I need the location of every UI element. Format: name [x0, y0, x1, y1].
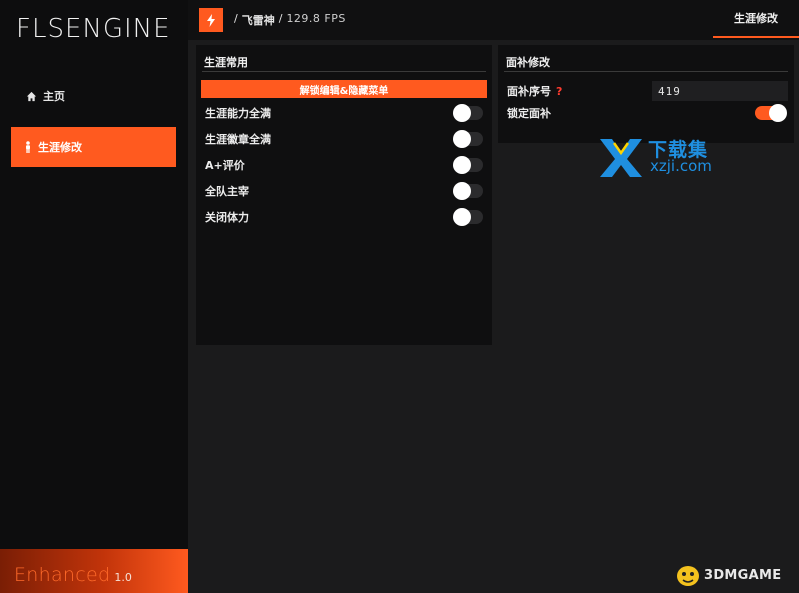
mascot-icon [677, 566, 699, 586]
face-index-input[interactable] [652, 81, 788, 101]
xzji-url: xzji.com [650, 157, 712, 175]
face-index-row: 面补序号 ? [507, 81, 788, 101]
brand-name: Enhanced [14, 564, 111, 586]
bolt-button[interactable] [199, 8, 223, 32]
sidebar-item-label: 生涯修改 [38, 141, 82, 154]
breadcrumb-separator: / [278, 12, 283, 25]
app-logo: FLSENGINE [16, 14, 171, 44]
fps-readout: 129.8 FPS [286, 12, 346, 25]
version-label: 1.0 [114, 571, 132, 584]
breadcrumb: / 飞雷神 / 129.8 FPS [234, 12, 346, 28]
toggle-knob [453, 182, 471, 200]
toggle-label: 生涯徽章全满 [205, 133, 271, 146]
panel-title: 面补修改 [506, 56, 550, 69]
toggle-knob [769, 104, 787, 122]
face-edit-panel: 面补修改 面补序号 ? 锁定面补 [498, 45, 794, 143]
unlock-edit-hide-menu-button[interactable]: 解锁编辑&隐藏菜单 [201, 80, 487, 98]
lock-face-toggle[interactable] [755, 104, 787, 122]
3dm-text: 3DMGAME [704, 567, 782, 583]
toggle-row: 生涯能力全满 [205, 104, 483, 122]
home-icon [26, 91, 37, 101]
toggle-row: 关闭体力 [205, 208, 483, 226]
sidebar-item-career-edit[interactable]: 生涯修改 [11, 127, 176, 167]
divider [202, 71, 486, 72]
3dm-watermark: 3DMGAME [674, 562, 799, 588]
a-plus-rating-toggle[interactable] [453, 156, 483, 174]
toggle-knob [453, 156, 471, 174]
sidebar-item-label: 主页 [43, 90, 65, 103]
brand-footer: Enhanced 1.0 [0, 549, 188, 593]
toggle-row: A+评价 [205, 156, 483, 174]
breadcrumb-separator: / [234, 12, 238, 25]
toggle-label: 全队主宰 [205, 185, 249, 198]
career-ability-max-toggle[interactable] [453, 104, 483, 122]
panel-title: 生涯常用 [204, 56, 248, 69]
xzji-watermark: 下载集 xzji.com [596, 135, 736, 179]
toggle-row: 锁定面补 [507, 104, 787, 122]
bolt-icon [207, 13, 215, 27]
toggle-label: 生涯能力全满 [205, 107, 271, 120]
tab-career-edit[interactable]: 生涯修改 [713, 0, 799, 38]
sidebar: FLSENGINE 主页 生涯修改 Enhanced 1.0 [0, 0, 188, 593]
career-badge-max-toggle[interactable] [453, 130, 483, 148]
toggle-label: 关闭体力 [205, 211, 249, 224]
toggle-knob [453, 104, 471, 122]
toggle-knob [453, 208, 471, 226]
career-common-panel: 生涯常用 解锁编辑&隐藏菜单 生涯能力全满 生涯徽章全满 A+评价 全队主宰 关… [196, 45, 492, 345]
game-name: 飞雷神 [241, 14, 275, 27]
toggle-row: 生涯徽章全满 [205, 130, 483, 148]
toggle-label: 锁定面补 [507, 107, 551, 120]
help-icon[interactable]: ? [556, 85, 562, 98]
toggle-row: 全队主宰 [205, 182, 483, 200]
field-label: 面补序号 [507, 85, 551, 98]
disable-stamina-toggle[interactable] [453, 208, 483, 226]
sidebar-item-home[interactable]: 主页 [26, 88, 65, 104]
top-bar: / 飞雷神 / 129.8 FPS 生涯修改 [188, 0, 799, 40]
toggle-label: A+评价 [205, 159, 245, 172]
divider [504, 71, 788, 72]
toggle-knob [453, 130, 471, 148]
team-dominate-toggle[interactable] [453, 182, 483, 200]
xzji-logo-icon [600, 139, 642, 177]
person-icon [26, 141, 30, 153]
